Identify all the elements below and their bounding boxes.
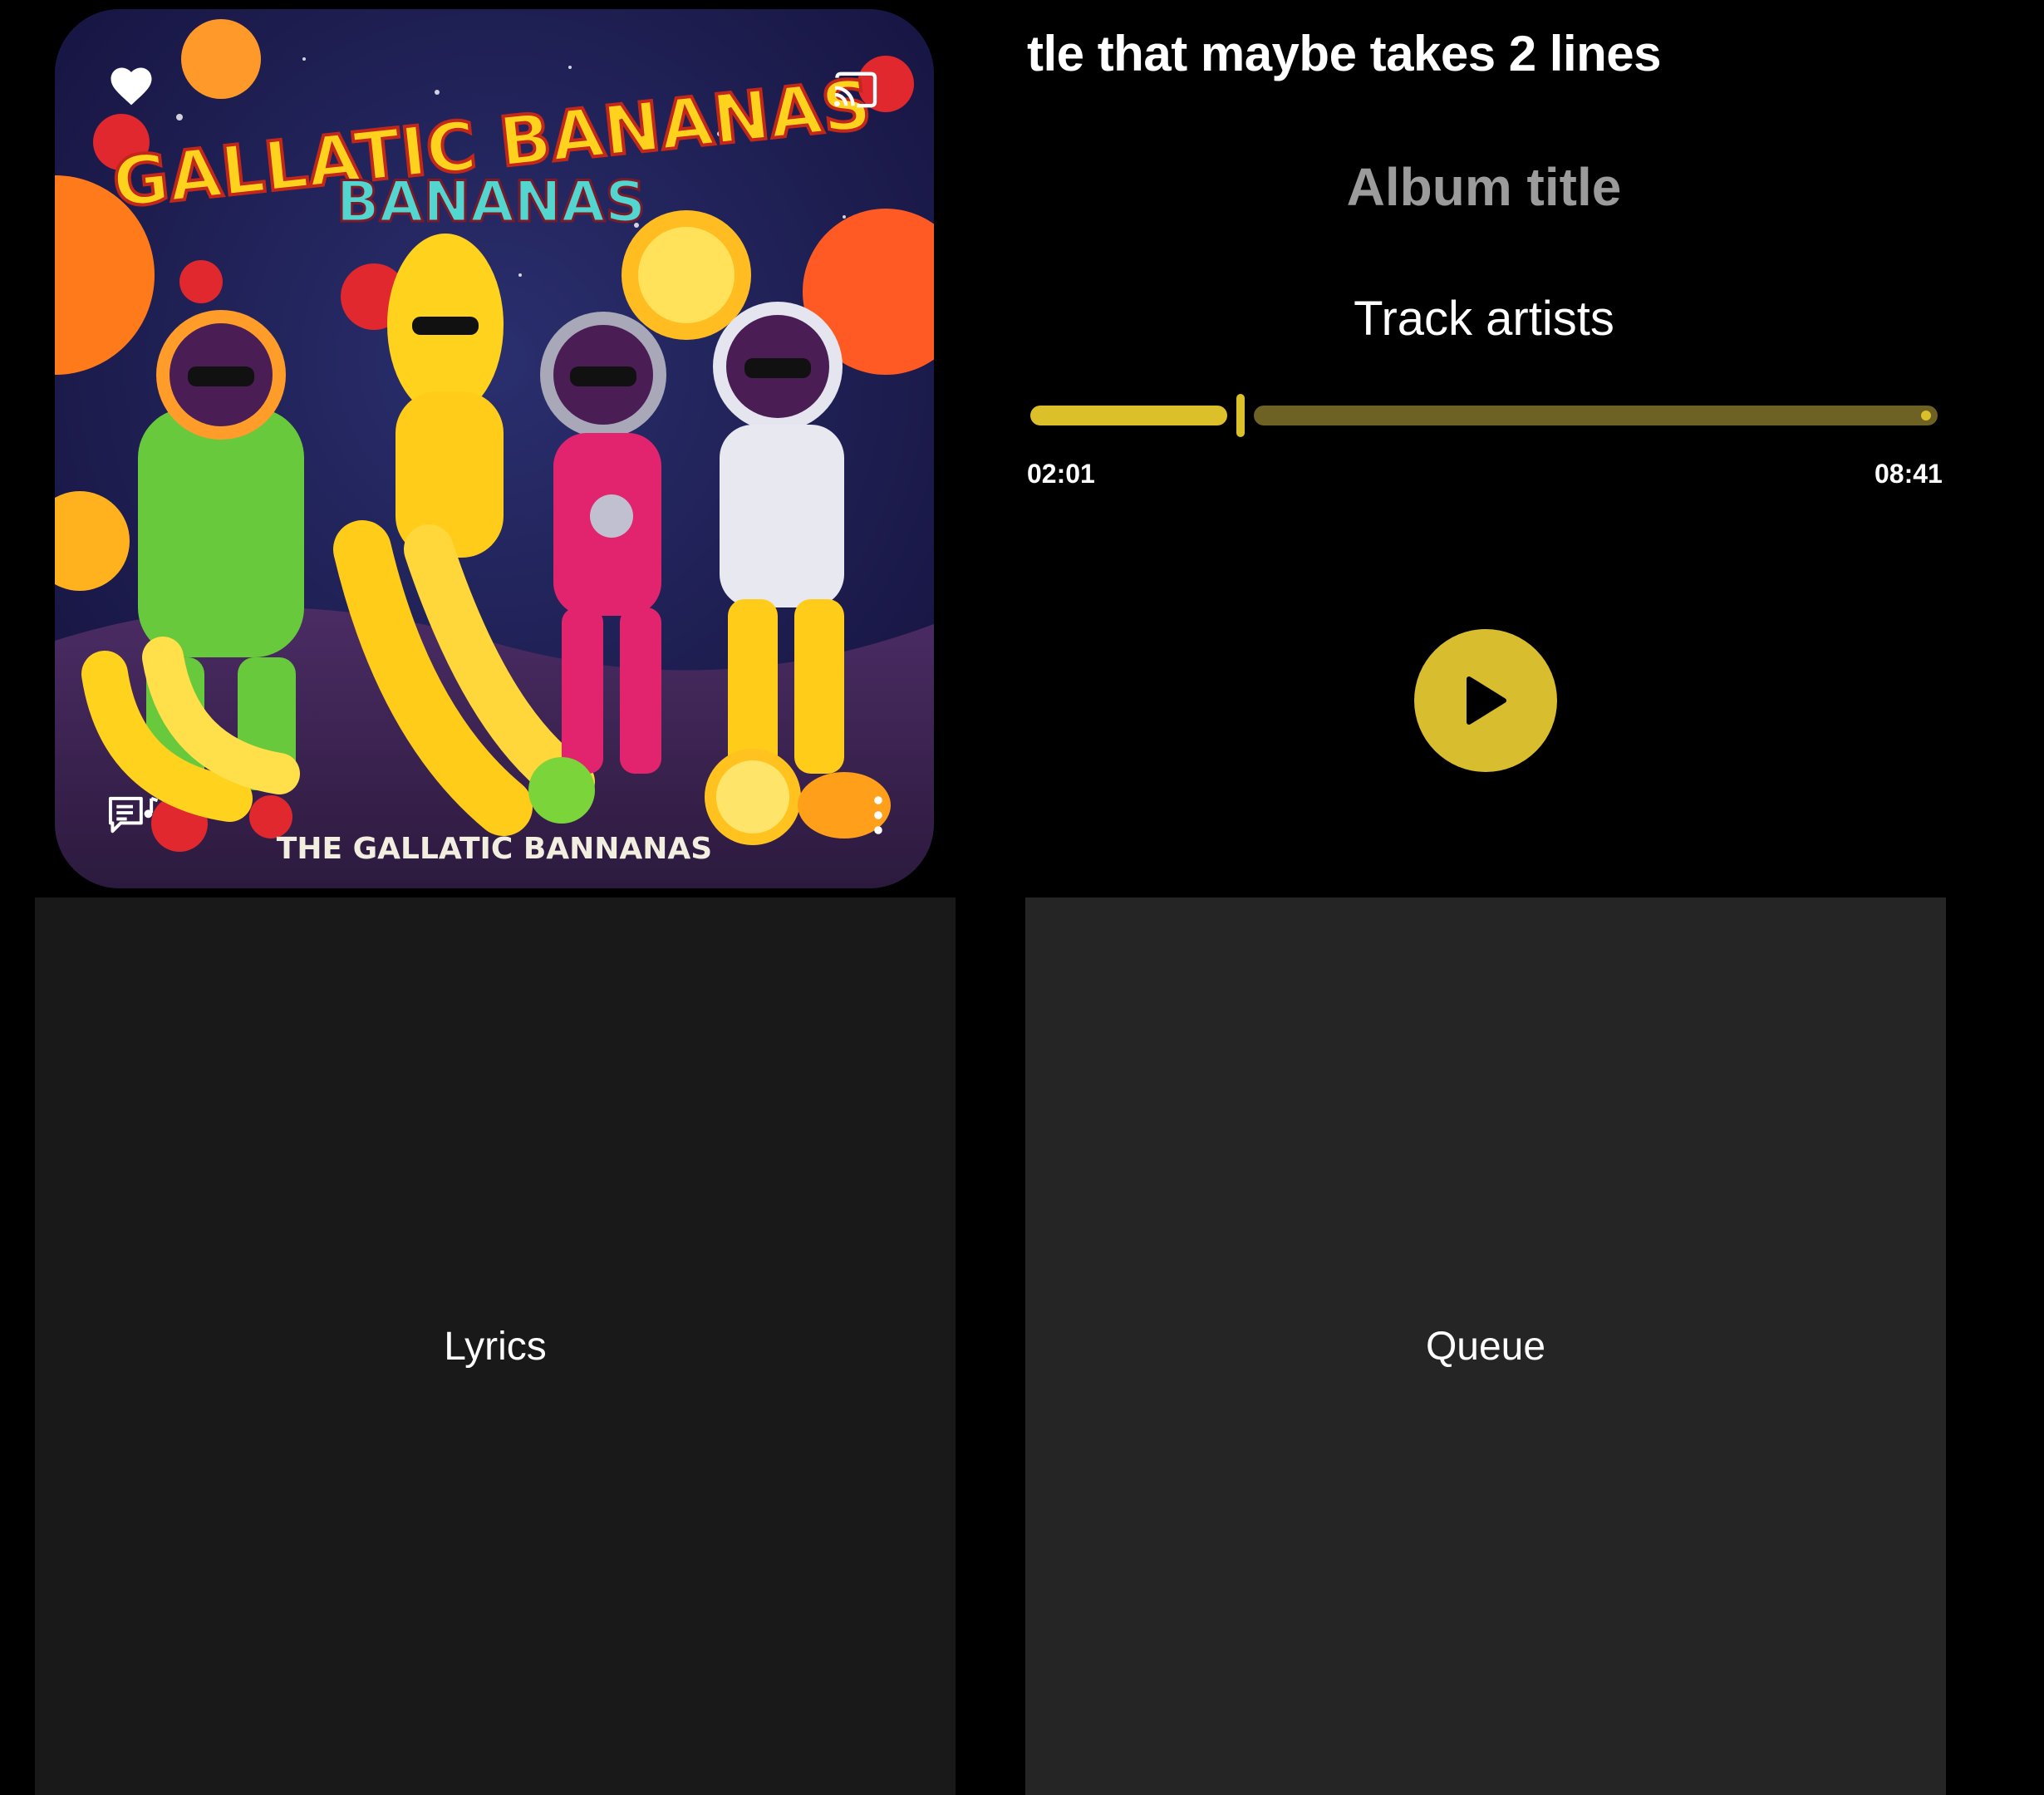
seek-slider-played-track	[1030, 406, 1228, 425]
track-title: tle that maybe takes 2 lines	[1027, 26, 1662, 81]
queue-panel[interactable]: Queue	[1025, 898, 1946, 1795]
seek-slider-end-marker	[1921, 411, 1931, 420]
favorite-button[interactable]	[98, 52, 165, 119]
album-art-band-name: THE GALLATIC BANNANAS	[277, 832, 712, 866]
queue-panel-label: Queue	[1425, 1324, 1546, 1369]
heart-icon	[111, 67, 152, 106]
lyrics-icon	[108, 796, 159, 834]
seek-slider-remaining-track	[1254, 406, 1938, 425]
svg-text:BANANAS: BANANAS	[337, 170, 646, 235]
play-icon	[1467, 676, 1506, 725]
more-vertical-icon	[874, 796, 882, 834]
lyrics-panel-label: Lyrics	[444, 1324, 547, 1369]
more-options-button[interactable]	[857, 780, 899, 850]
seek-slider-thumb[interactable]	[1236, 394, 1246, 437]
seek-slider[interactable]	[1027, 391, 1941, 440]
now-playing-screen: GALLATIC BANANAS BANANAS THE GALLATIC BA…	[0, 0, 2044, 1795]
cast-icon	[834, 71, 877, 108]
album-title[interactable]: Album title	[1027, 156, 1941, 218]
lyrics-button[interactable]	[98, 782, 168, 852]
album-art-image: GALLATIC BANANAS BANANAS THE GALLATIC BA…	[55, 9, 934, 888]
lyrics-panel[interactable]: Lyrics	[35, 898, 956, 1795]
play-button[interactable]	[1414, 629, 1557, 772]
elapsed-time: 02:01	[1027, 459, 1095, 489]
total-duration: 08:41	[1874, 459, 1943, 489]
album-art: GALLATIC BANANAS BANANAS THE GALLATIC BA…	[55, 9, 934, 888]
cast-button[interactable]	[818, 52, 892, 127]
track-artists[interactable]: Track artists	[1027, 291, 1941, 347]
